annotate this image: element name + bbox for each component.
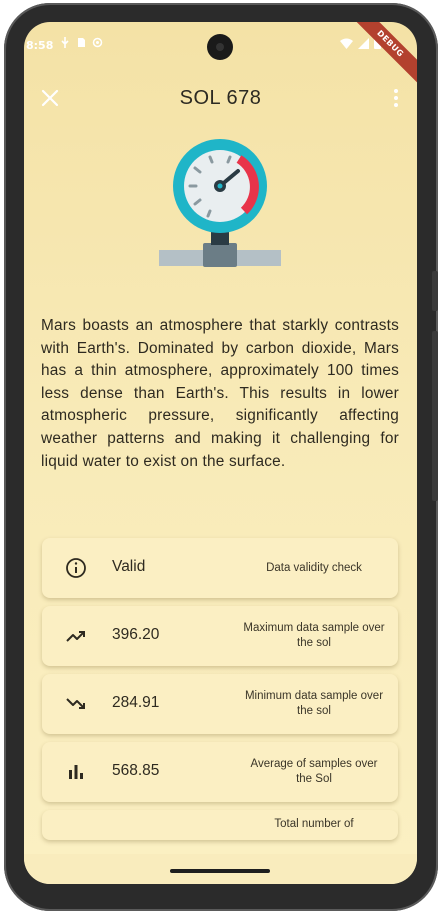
info-icon [66,558,86,578]
stat-label: Data validity check [266,561,362,574]
atmosphere-description: Mars boasts an atmosphere that starkly c… [41,317,399,470]
stat-card-minimum[interactable]: 284.91 Minimum data sample over the sol [42,674,398,734]
app-bar: SOL 678 [24,78,417,118]
stat-card-validity[interactable]: Valid Data validity check [42,538,398,598]
bar-chart-icon [69,765,83,779]
stat-value: Valid [112,558,146,575]
page-title: SOL 678 [179,87,262,109]
wifi-icon [340,38,353,49]
power-button [432,271,438,311]
stat-card-total[interactable]: Total number of [42,810,398,840]
sync-icon [92,37,103,48]
usb-icon [61,37,69,48]
stats-list: Valid Data validity check 396.20 Maximum… [42,538,398,848]
stat-label: Total number of [274,818,354,830]
pressure-gauge-icon [159,139,281,267]
sd-card-icon [78,38,85,47]
volume-button [432,331,438,501]
stat-label: Maximum data sample over the sol [243,622,385,649]
notification-icons [60,37,103,48]
app-screen: 8:58 DEBUG SOL 678 Mars boasts an atmosp… [24,22,417,884]
status-bar: 8:58 DEBUG [24,22,417,89]
stat-label: Minimum data sample over the sol [244,690,384,717]
cellular-signal-icon [358,37,369,49]
front-camera [207,34,233,60]
trending-down-icon [66,698,85,709]
more-vert-icon[interactable] [389,86,403,110]
stat-card-maximum[interactable]: 396.20 Maximum data sample over the sol [42,606,398,666]
stat-value: 568.85 [112,762,160,779]
stat-value: 284.91 [112,694,160,711]
home-gesture-bar[interactable] [170,869,270,873]
navigation-bar [24,854,417,884]
stat-value: 396.20 [112,626,160,643]
trending-up-icon [66,631,85,642]
stat-card-average[interactable]: 568.85 Average of samples over the Sol [42,742,398,802]
stat-label: Average of samples over the Sol [250,758,378,785]
status-time: 8:58 [26,39,54,52]
